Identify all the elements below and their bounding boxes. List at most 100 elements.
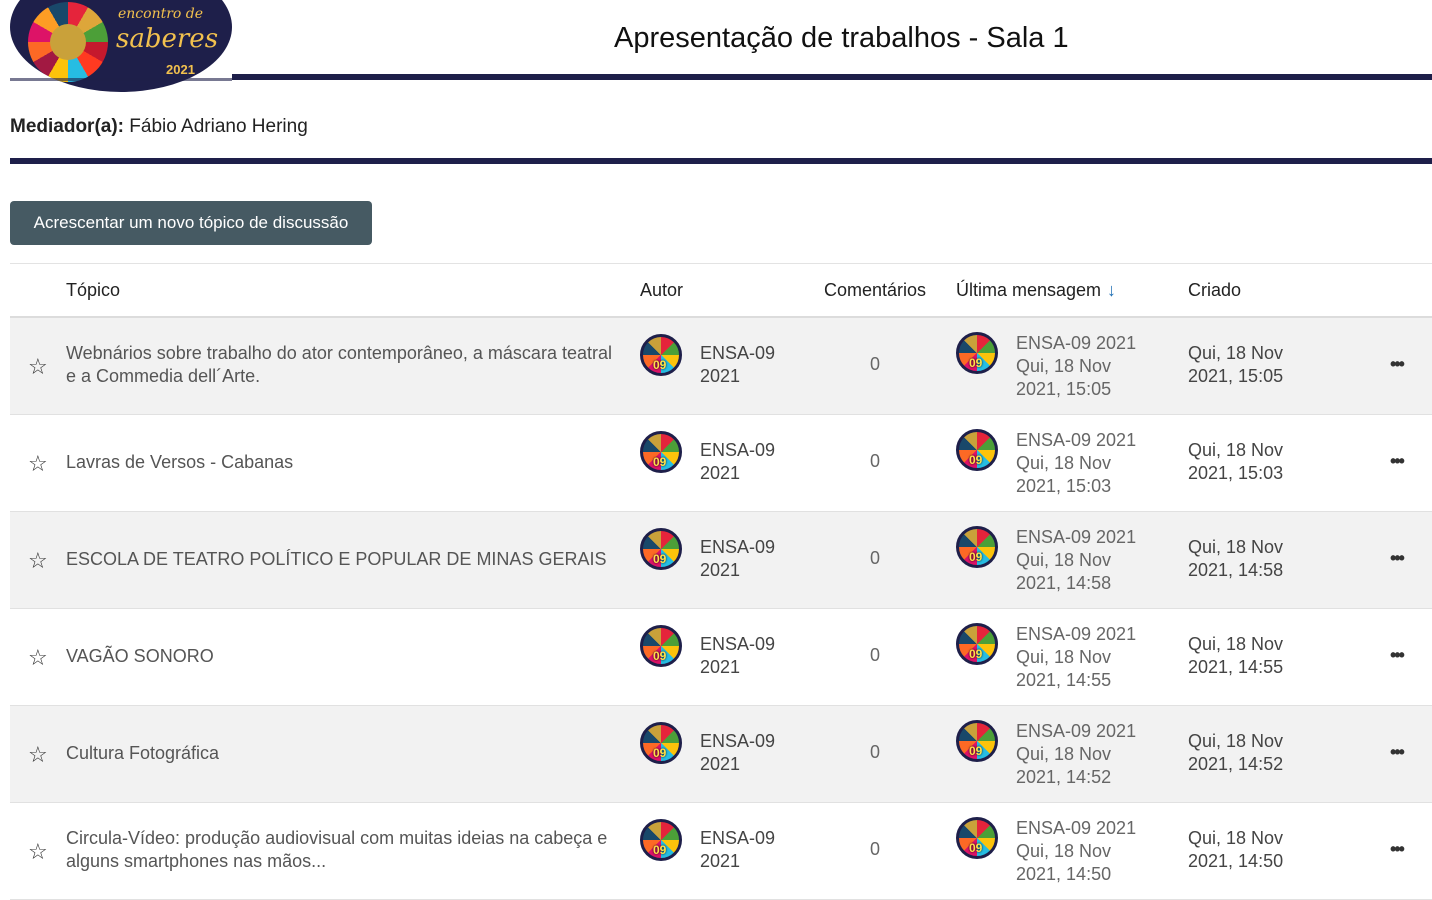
topic-link[interactable]: Lavras de Versos - Cabanas — [66, 451, 626, 474]
last-message-info[interactable]: ENSA-09 2021 Qui, 18 Nov 2021, 15:05 — [1016, 332, 1166, 401]
author-name-line1: ENSA-09 — [700, 634, 776, 654]
more-actions-icon[interactable]: ••• — [1390, 645, 1405, 666]
more-actions-icon[interactable]: ••• — [1390, 742, 1405, 763]
discussion-table: Tópico Autor Comentários Última mensagem… — [10, 263, 1432, 900]
created-date-line2: 2021, 14:50 — [1188, 851, 1284, 871]
mediator-label: Mediador(a): — [10, 116, 124, 137]
last-message-author: ENSA-09 2021 — [1016, 333, 1137, 353]
last-message-date: Qui, 18 Nov — [1016, 550, 1112, 570]
mediator-info: Mediador(a): Fábio Adriano Hering — [10, 116, 308, 138]
page-header: encontro de saberes 2021 Apresentação de… — [0, 0, 1432, 95]
table-row[interactable]: ☆ Cultura Fotográfica 09 ENSA-09 2021 0 … — [10, 706, 1432, 803]
avatar-label: 09 — [969, 647, 983, 661]
more-actions-icon[interactable]: ••• — [1390, 451, 1405, 472]
author-name-line2: 2021 — [700, 754, 741, 774]
avatar-label: 09 — [653, 649, 667, 663]
last-message-author: ENSA-09 2021 — [1016, 430, 1137, 450]
last-message-time: 2021, 15:05 — [1016, 379, 1112, 399]
author-name[interactable]: ENSA-09 2021 — [700, 730, 790, 776]
author-avatar[interactable]: 09 — [640, 431, 682, 473]
star-icon[interactable]: ☆ — [28, 645, 48, 671]
created-date: Qui, 18 Nov 2021, 14:55 — [1188, 633, 1308, 679]
header-divider — [232, 74, 1432, 80]
author-name[interactable]: ENSA-09 2021 — [700, 536, 790, 582]
author-name[interactable]: ENSA-09 2021 — [700, 633, 790, 679]
last-message-avatar[interactable]: 09 — [956, 526, 998, 568]
table-header: Tópico Autor Comentários Última mensagem… — [10, 263, 1432, 318]
last-message-date: Qui, 18 Nov — [1016, 647, 1112, 667]
author-name-line1: ENSA-09 — [700, 343, 776, 363]
last-message-avatar[interactable]: 09 — [956, 623, 998, 665]
topic-link[interactable]: ESCOLA DE TEATRO POLÍTICO E POPULAR DE M… — [66, 548, 626, 571]
table-row[interactable]: ☆ VAGÃO SONORO 09 ENSA-09 2021 0 09 ENSA… — [10, 609, 1432, 706]
star-icon[interactable]: ☆ — [28, 548, 48, 574]
created-date-line1: Qui, 18 Nov — [1188, 343, 1284, 363]
last-message-author: ENSA-09 2021 — [1016, 624, 1137, 644]
topic-link[interactable]: Webnários sobre trabalho do ator contemp… — [66, 342, 626, 388]
sort-arrow-down-icon[interactable]: ↓ — [1107, 280, 1116, 300]
last-message-time: 2021, 14:52 — [1016, 767, 1112, 787]
table-row[interactable]: ☆ Webnários sobre trabalho do ator conte… — [10, 318, 1432, 415]
author-avatar[interactable]: 09 — [640, 819, 682, 861]
last-message-info[interactable]: ENSA-09 2021 Qui, 18 Nov 2021, 14:58 — [1016, 526, 1166, 595]
logo-text-year: 2021 — [166, 62, 195, 77]
author-name[interactable]: ENSA-09 2021 — [700, 342, 790, 388]
created-date-line1: Qui, 18 Nov — [1188, 537, 1284, 557]
last-message-time: 2021, 14:58 — [1016, 573, 1112, 593]
add-discussion-topic-button[interactable]: Acrescentar um novo tópico de discussão — [10, 201, 372, 245]
last-message-info[interactable]: ENSA-09 2021 Qui, 18 Nov 2021, 14:52 — [1016, 720, 1166, 789]
last-message-time: 2021, 14:55 — [1016, 670, 1112, 690]
last-message-date: Qui, 18 Nov — [1016, 453, 1112, 473]
table-row[interactable]: ☆ Lavras de Versos - Cabanas 09 ENSA-09 … — [10, 415, 1432, 512]
topic-link[interactable]: Circula-Vídeo: produção audiovisual com … — [66, 827, 626, 873]
avatar-label: 09 — [969, 453, 983, 467]
comments-count: 0 — [870, 548, 881, 568]
author-name-line1: ENSA-09 — [700, 731, 776, 751]
last-message-info[interactable]: ENSA-09 2021 Qui, 18 Nov 2021, 15:03 — [1016, 429, 1166, 498]
last-message-author: ENSA-09 2021 — [1016, 818, 1137, 838]
author-avatar[interactable]: 09 — [640, 334, 682, 376]
star-icon[interactable]: ☆ — [28, 839, 48, 865]
table-row[interactable]: ☆ Circula-Vídeo: produção audiovisual co… — [10, 803, 1432, 900]
last-message-info[interactable]: ENSA-09 2021 Qui, 18 Nov 2021, 14:50 — [1016, 817, 1166, 886]
created-date-line2: 2021, 14:58 — [1188, 560, 1284, 580]
column-header-topic[interactable]: Tópico — [66, 280, 120, 301]
created-date: Qui, 18 Nov 2021, 14:52 — [1188, 730, 1308, 776]
comments-count: 0 — [870, 451, 881, 471]
table-row[interactable]: ☆ ESCOLA DE TEATRO POLÍTICO E POPULAR DE… — [10, 512, 1432, 609]
more-actions-icon[interactable]: ••• — [1390, 354, 1405, 375]
last-message-avatar[interactable]: 09 — [956, 332, 998, 374]
logo-text-line2: saberes — [116, 24, 219, 54]
column-header-last-message[interactable]: Última mensagem ↓ — [956, 280, 1116, 301]
author-name[interactable]: ENSA-09 2021 — [700, 439, 790, 485]
last-message-avatar[interactable]: 09 — [956, 429, 998, 471]
created-date-line1: Qui, 18 Nov — [1188, 828, 1284, 848]
column-header-author[interactable]: Autor — [640, 280, 683, 301]
author-avatar[interactable]: 09 — [640, 722, 682, 764]
last-message-info[interactable]: ENSA-09 2021 Qui, 18 Nov 2021, 14:55 — [1016, 623, 1166, 692]
star-icon[interactable]: ☆ — [28, 451, 48, 477]
header-divider-left — [10, 78, 232, 81]
created-date: Qui, 18 Nov 2021, 15:05 — [1188, 342, 1308, 388]
more-actions-icon[interactable]: ••• — [1390, 548, 1405, 569]
star-icon[interactable]: ☆ — [28, 354, 48, 380]
more-actions-icon[interactable]: ••• — [1390, 839, 1405, 860]
column-header-comments[interactable]: Comentários — [824, 280, 926, 301]
author-avatar[interactable]: 09 — [640, 528, 682, 570]
author-avatar[interactable]: 09 — [640, 625, 682, 667]
star-icon[interactable]: ☆ — [28, 742, 48, 768]
last-message-avatar[interactable]: 09 — [956, 817, 998, 859]
author-name-line2: 2021 — [700, 366, 741, 386]
author-name-line1: ENSA-09 — [700, 440, 776, 460]
last-message-avatar[interactable]: 09 — [956, 720, 998, 762]
column-header-created[interactable]: Criado — [1188, 280, 1241, 301]
avatar-label: 09 — [653, 746, 667, 760]
created-date: Qui, 18 Nov 2021, 14:58 — [1188, 536, 1308, 582]
author-name-line2: 2021 — [700, 657, 741, 677]
comments-count: 0 — [870, 839, 881, 859]
topic-link[interactable]: Cultura Fotográfica — [66, 742, 626, 765]
last-message-date: Qui, 18 Nov — [1016, 744, 1112, 764]
author-name[interactable]: ENSA-09 2021 — [700, 827, 790, 873]
page-title: Apresentação de trabalhos - Sala 1 — [614, 22, 1069, 54]
topic-link[interactable]: VAGÃO SONORO — [66, 645, 626, 668]
